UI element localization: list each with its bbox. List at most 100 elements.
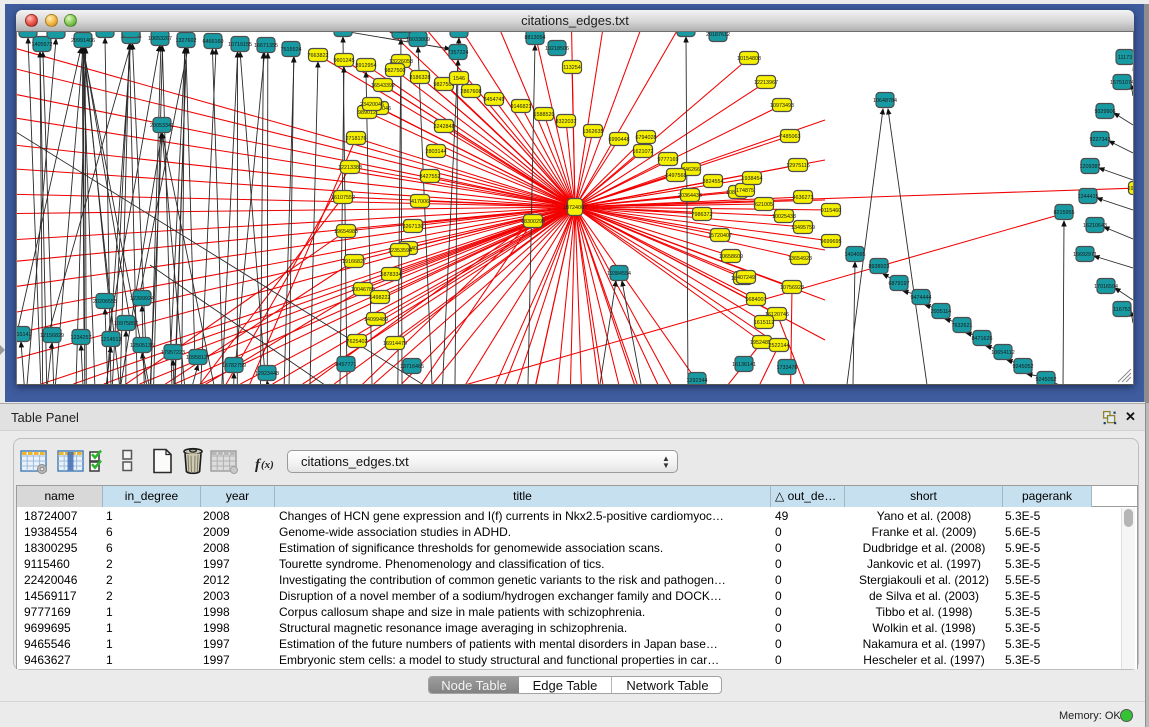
svg-text:113254: 113254 xyxy=(563,65,581,71)
svg-text:12923448: 12923448 xyxy=(255,371,279,377)
svg-text:174875: 174875 xyxy=(736,188,754,194)
svg-text:15692971: 15692971 xyxy=(1073,252,1097,258)
svg-text:2522144: 2522144 xyxy=(769,343,790,349)
svg-text:16107552: 16107552 xyxy=(331,195,355,201)
svg-text:1588520: 1588520 xyxy=(534,112,555,118)
svg-text:1209387: 1209387 xyxy=(1080,164,1101,170)
svg-text:12975115: 12975115 xyxy=(786,163,810,169)
svg-text:7485063: 7485063 xyxy=(780,134,801,140)
svg-text:6990448: 6990448 xyxy=(609,137,630,143)
svg-text:7986372: 7986372 xyxy=(692,212,713,218)
svg-text:6879197: 6879197 xyxy=(889,281,910,287)
svg-text:1615112: 1615112 xyxy=(754,320,775,326)
svg-text:10719155: 10719155 xyxy=(228,42,252,48)
svg-text:12399924: 12399924 xyxy=(130,296,154,302)
svg-text:20364436: 20364436 xyxy=(678,193,702,199)
svg-text:9245052: 9245052 xyxy=(1013,364,1034,370)
svg-text:10658609: 10658609 xyxy=(719,254,743,260)
svg-text:1214513: 1214513 xyxy=(101,337,122,343)
svg-text:116753: 116753 xyxy=(1113,307,1131,313)
svg-text:9329906: 9329906 xyxy=(1095,109,1116,115)
svg-text:16782759: 16782759 xyxy=(222,363,246,369)
svg-text:9827500: 9827500 xyxy=(385,68,406,74)
svg-text:9474444: 9474444 xyxy=(911,295,932,301)
svg-text:9684007: 9684007 xyxy=(746,297,767,303)
svg-text:2867608: 2867608 xyxy=(461,89,482,95)
svg-text:16033809: 16033809 xyxy=(406,37,430,43)
svg-text:1244415: 1244415 xyxy=(1078,194,1099,200)
svg-text:6794028: 6794028 xyxy=(636,135,657,141)
svg-text:407249: 407249 xyxy=(737,275,755,281)
svg-text:20053341: 20053341 xyxy=(150,123,174,129)
svg-text:9245052: 9245052 xyxy=(1036,377,1057,383)
svg-text:1938454: 1938454 xyxy=(742,176,763,182)
svg-text:1546: 1546 xyxy=(453,76,465,82)
svg-text:16914479: 16914479 xyxy=(383,341,407,347)
svg-text:2803144: 2803144 xyxy=(426,149,447,155)
svg-text:7625402: 7625402 xyxy=(347,339,368,345)
svg-text:8912954: 8912954 xyxy=(356,63,377,69)
svg-text:6497568: 6497568 xyxy=(666,173,687,179)
svg-text:1327602: 1327602 xyxy=(176,38,197,44)
svg-text:12213967: 12213967 xyxy=(754,80,778,86)
svg-text:20991406: 20991406 xyxy=(71,38,95,44)
svg-text:13654923: 13654923 xyxy=(788,256,812,262)
svg-text:7632621: 7632621 xyxy=(952,323,973,329)
svg-text:5498222: 5498222 xyxy=(370,295,391,301)
svg-text:8938923: 8938923 xyxy=(869,264,890,270)
svg-text:9227343: 9227343 xyxy=(1090,137,1111,143)
svg-text:5878334: 5878334 xyxy=(381,272,402,278)
svg-text:621005: 621005 xyxy=(755,202,773,208)
svg-text:23420046: 23420046 xyxy=(360,102,384,108)
svg-text:2718176: 2718176 xyxy=(346,136,367,142)
svg-text:18724007: 18724007 xyxy=(563,205,587,211)
svg-text:10975857: 10975857 xyxy=(114,321,138,327)
svg-text:10756928: 10756928 xyxy=(780,285,804,291)
svg-text:11173: 11173 xyxy=(1118,55,1132,61)
svg-text:13716465: 13716465 xyxy=(400,364,424,370)
svg-text:18300295: 18300295 xyxy=(521,219,545,225)
svg-text:16136141: 16136141 xyxy=(732,362,756,368)
svg-text:20206555: 20206555 xyxy=(93,299,117,305)
svg-text:17016504: 17016504 xyxy=(1094,284,1118,290)
svg-text:9777169: 9777169 xyxy=(658,157,679,163)
svg-text:8454749: 8454749 xyxy=(484,97,505,103)
svg-text:16671355: 16671355 xyxy=(254,43,278,49)
svg-text:7515524: 7515524 xyxy=(281,47,302,53)
svg-text:19166827: 19166827 xyxy=(342,259,366,265)
svg-text:12156829: 12156829 xyxy=(40,333,64,339)
svg-text:16210643: 16210643 xyxy=(1083,223,1107,229)
svg-text:9146821: 9146821 xyxy=(511,104,532,110)
svg-text:1362635: 1362635 xyxy=(583,129,604,135)
svg-text:8813054: 8813054 xyxy=(525,35,546,41)
svg-text:1733476: 1733476 xyxy=(777,365,798,371)
svg-text:417006: 417006 xyxy=(411,199,429,205)
svg-text:12353594: 12353594 xyxy=(388,248,412,254)
svg-text:1938484: 1938484 xyxy=(1128,186,1134,192)
svg-text:4636273: 4636273 xyxy=(793,195,814,201)
svg-text:12505135: 12505135 xyxy=(130,343,154,349)
svg-text:3824554: 3824554 xyxy=(703,179,724,185)
svg-text:10973493: 10973493 xyxy=(770,103,794,109)
svg-text:1404095: 1404095 xyxy=(845,252,866,258)
svg-text:8215955: 8215955 xyxy=(1054,210,1075,216)
svg-text:13495759: 13495759 xyxy=(791,225,815,231)
svg-text:7663822: 7663822 xyxy=(308,53,329,59)
svg-text:1292344: 1292344 xyxy=(687,378,708,384)
svg-text:20187612: 20187612 xyxy=(706,32,730,38)
svg-text:8471626: 8471626 xyxy=(972,336,993,342)
svg-text:(x): (x) xyxy=(261,459,274,471)
svg-text:8322037: 8322037 xyxy=(556,119,577,125)
svg-text:10958127: 10958127 xyxy=(186,355,210,361)
svg-text:2935114: 2935114 xyxy=(931,309,952,315)
svg-text:10653267: 10653267 xyxy=(148,36,172,42)
svg-text:1621072: 1621072 xyxy=(633,149,654,155)
svg-text:19384554: 19384554 xyxy=(607,271,631,277)
svg-text:1405572: 1405572 xyxy=(32,42,53,48)
svg-text:10154808: 10154808 xyxy=(737,56,761,62)
svg-text:10648784: 10648784 xyxy=(873,98,897,104)
svg-text:10654112: 10654112 xyxy=(991,350,1015,356)
svg-text:9699695: 9699695 xyxy=(821,239,842,245)
svg-text:9601245: 9601245 xyxy=(334,58,355,64)
svg-text:9457771: 9457771 xyxy=(336,362,357,368)
